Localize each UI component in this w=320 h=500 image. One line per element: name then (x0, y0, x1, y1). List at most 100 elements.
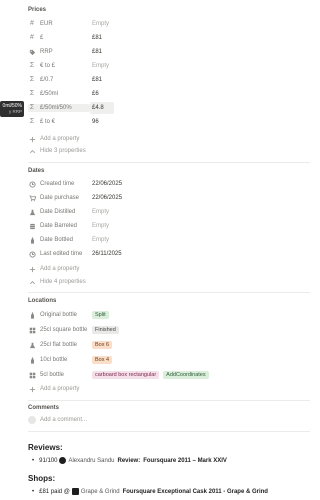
property-name-label: EUR (40, 21, 53, 27)
sigma-icon: Σ (29, 118, 35, 125)
tag-addcoordinates[interactable]: AddCoordinates (163, 371, 209, 379)
property-name-label: £ (40, 35, 44, 41)
divider (28, 292, 310, 293)
property-row[interactable]: # £ £81 (28, 32, 310, 44)
sigma-icon: Σ (29, 76, 35, 83)
property-name[interactable]: Σ £/0.7 (28, 76, 90, 84)
prices-hide-properties[interactable]: Hide 3 properties (28, 145, 310, 157)
property-value[interactable]: 22/06/2025 (90, 192, 122, 204)
prices-add-property[interactable]: Add a property (28, 133, 310, 145)
property-row[interactable]: Date Distilled Empty (28, 206, 310, 218)
property-value[interactable]: 96 (90, 116, 99, 128)
property-row[interactable]: Date Barreled Empty (28, 220, 310, 232)
property-row[interactable]: Date Bottled Empty (28, 234, 310, 246)
property-value[interactable]: Split (90, 309, 113, 321)
property-row[interactable]: 25cl square bottle Finished (28, 324, 310, 336)
plus-icon (28, 265, 36, 273)
property-name[interactable]: # £ (28, 34, 90, 42)
plus-icon (28, 385, 36, 393)
property-name[interactable]: Σ £/50ml/50% (28, 104, 90, 112)
property-value[interactable]: £81 (90, 32, 102, 44)
clock-icon (28, 250, 36, 258)
property-value[interactable]: Finished (90, 324, 123, 336)
tag-box-4[interactable]: Box 4 (92, 356, 113, 364)
property-row[interactable]: Last edited time 26/11/2025 (28, 248, 310, 260)
property-name-label: Date Barreled (40, 223, 78, 229)
plus-icon (28, 135, 36, 143)
user-avatar (28, 416, 36, 424)
property-name[interactable]: Σ € to £ (28, 62, 90, 70)
shop-logo-icon (71, 488, 79, 495)
sigma-icon: Σ (29, 90, 35, 97)
property-name-label: Date Distilled (40, 209, 76, 215)
clock-icon (28, 180, 36, 188)
shops-heading: Shops: (28, 474, 56, 483)
property-row[interactable]: Σ £ to € 96 (28, 116, 310, 128)
dates-hide-properties[interactable]: Hide 4 properties (28, 276, 310, 288)
property-name[interactable]: # EUR (28, 20, 90, 28)
property-row[interactable]: Σ € to £ Empty (28, 60, 310, 72)
property-row[interactable]: RRP £81 (28, 46, 310, 58)
shop-price: £81 paid @ (39, 488, 70, 495)
tag-split[interactable]: Split (92, 311, 109, 319)
property-value[interactable]: carboard box rectangular AddCoordinates (90, 369, 213, 381)
shop-title-link[interactable]: Foursquare Exceptional Cask 2011 - Grape… (123, 489, 268, 495)
property-name[interactable]: Date Bottled (28, 236, 90, 244)
comment-input-placeholder: Add a comment... (40, 417, 88, 423)
property-value[interactable]: 26/11/2025 (90, 248, 122, 260)
chevron-up-icon (28, 278, 36, 286)
grid-icon (28, 371, 36, 379)
shop-name[interactable]: Grape & Grind (81, 489, 120, 495)
property-row[interactable]: Created time 22/06/2025 (28, 178, 310, 190)
property-value[interactable]: Empty (90, 60, 109, 72)
property-value[interactable]: Empty (90, 18, 109, 30)
property-name[interactable]: 10cl bottle (28, 356, 90, 364)
flask-icon (28, 341, 36, 349)
property-value[interactable]: £6 (90, 88, 99, 100)
property-name[interactable]: Date Distilled (28, 208, 90, 216)
property-row[interactable]: Σ £/50ml/50% £4.8 (28, 102, 310, 114)
tag-box-6[interactable]: Box 6 (92, 341, 113, 349)
property-row[interactable]: Original bottle Split (28, 309, 310, 321)
property-row[interactable]: 25cl flat bottle Box 6 (28, 339, 310, 351)
property-row[interactable]: Date purchase 22/06/2025 (28, 192, 310, 204)
review-title-link[interactable]: Foursquare 2011 – Mark XXIV (143, 458, 227, 464)
property-name[interactable]: 5cl bottle (28, 371, 90, 379)
prices-add-property-label: Add a property (40, 136, 80, 142)
property-name[interactable]: Date purchase (28, 194, 90, 202)
dates-add-property[interactable]: Add a property (28, 263, 310, 275)
review-author[interactable]: Alexandru Sandu (68, 458, 114, 464)
property-value[interactable]: £4.8 (90, 102, 114, 114)
dates-add-property-label: Add a property (40, 266, 80, 272)
property-value[interactable]: Empty (90, 206, 109, 218)
property-row[interactable]: Σ £/0.7 £81 (28, 74, 310, 86)
property-value[interactable]: Empty (90, 234, 109, 246)
property-row[interactable]: Σ £/50ml £6 (28, 88, 310, 100)
property-name[interactable]: Original bottle (28, 311, 90, 319)
reviews-heading: Reviews: (28, 443, 63, 452)
property-value[interactable]: Empty (90, 220, 109, 232)
property-name[interactable]: Σ £ to € (28, 118, 90, 126)
property-name[interactable]: Date Barreled (28, 222, 90, 230)
property-value[interactable]: Box 4 (90, 354, 116, 366)
property-row[interactable]: # EUR Empty (28, 18, 310, 30)
property-name-label: Date purchase (40, 195, 80, 201)
property-name[interactable]: Created time (28, 180, 90, 188)
property-name[interactable]: 25cl square bottle (28, 326, 90, 334)
property-value[interactable]: £81 (90, 74, 102, 86)
property-name[interactable]: RRP (28, 48, 90, 56)
tag-finished[interactable]: Finished (92, 326, 119, 334)
property-value[interactable]: £81 (90, 46, 102, 58)
comment-input[interactable]: Add a comment... (28, 414, 310, 426)
property-row[interactable]: 5cl bottle carboard box rectangular AddCoo… (28, 369, 310, 381)
property-name[interactable]: 25cl flat bottle (28, 341, 90, 349)
property-value[interactable]: 22/06/2025 (90, 178, 122, 190)
property-name-label: RRP (40, 49, 53, 55)
property-name[interactable]: Σ £/50ml (28, 90, 90, 98)
property-name[interactable]: Last edited time (28, 250, 90, 258)
property-value[interactable]: Box 6 (90, 339, 116, 351)
locations-add-property[interactable]: Add a property (28, 383, 310, 395)
tag-carboard-box-rectangular[interactable]: carboard box rectangular (92, 371, 160, 379)
property-row[interactable]: 10cl bottle Box 4 (28, 354, 310, 366)
property-name-label: Created time (40, 181, 75, 187)
